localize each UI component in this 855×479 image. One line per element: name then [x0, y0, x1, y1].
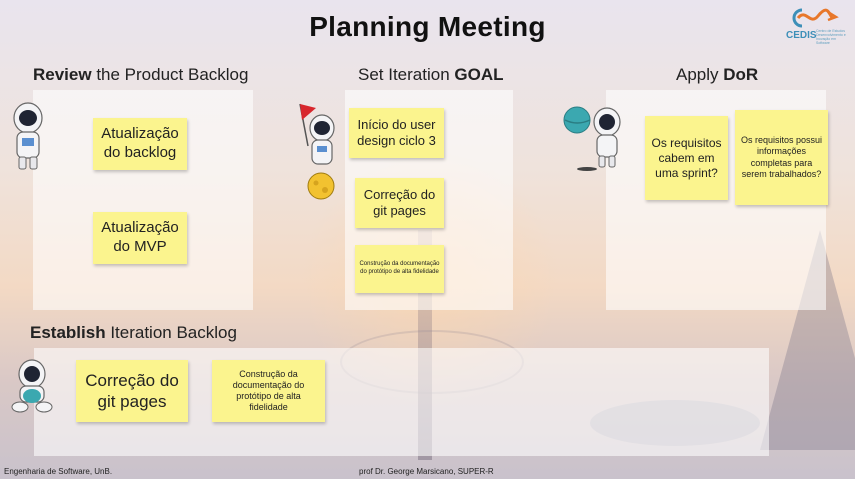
sticky-note-dor-sprint[interactable]: Os requisitos cabem em uma sprint? [645, 116, 728, 200]
astronaut-sitting-icon [11, 359, 53, 413]
sticky-note-backlog-documentation[interactable]: Construção da documentação do protótipo … [212, 360, 325, 422]
astronaut-flag-icon [299, 103, 335, 200]
heading-establish: Establish Iteration Backlog [30, 323, 237, 342]
heading-goal: Set Iteration GOAL [358, 65, 504, 84]
heading-dor: Apply DoR [676, 65, 759, 84]
heading-review: Review the Product Backlog [33, 65, 249, 84]
cedis-logo: CEDIS Centro de Estudos Desenvolvimento … [784, 6, 850, 45]
sticky-note-goal-git-pages[interactable]: Correção do git pages [355, 178, 444, 228]
footer-course: Engenharia de Software, UnB. [4, 467, 113, 476]
sticky-note-backlog-git-pages[interactable]: Correção do git pages [76, 360, 188, 422]
sticky-note-review-mvp[interactable]: Atualização do MVP [93, 212, 187, 264]
logo-name: CEDIS [786, 30, 817, 41]
logo-subtitle: Centro de Estudos Desenvolvimento e Inov… [816, 29, 846, 45]
sticky-note-goal-documentation[interactable]: Construção da documentação do protótipo … [355, 245, 444, 293]
sticky-note-goal-user-design[interactable]: Início do user design ciclo 3 [349, 108, 444, 158]
sticky-note-dor-complete[interactable]: Os requisitos possui informações complet… [735, 110, 828, 205]
page-title: Planning Meeting [309, 11, 546, 42]
footer-author: prof Dr. George Marsicano, SUPER-R [359, 467, 494, 476]
sticky-note-review-backlog[interactable]: Atualização do backlog [93, 118, 187, 170]
astronaut-icon [13, 102, 43, 170]
cedis-logo-mark [792, 8, 839, 28]
astronaut-planet-icon [563, 106, 621, 171]
